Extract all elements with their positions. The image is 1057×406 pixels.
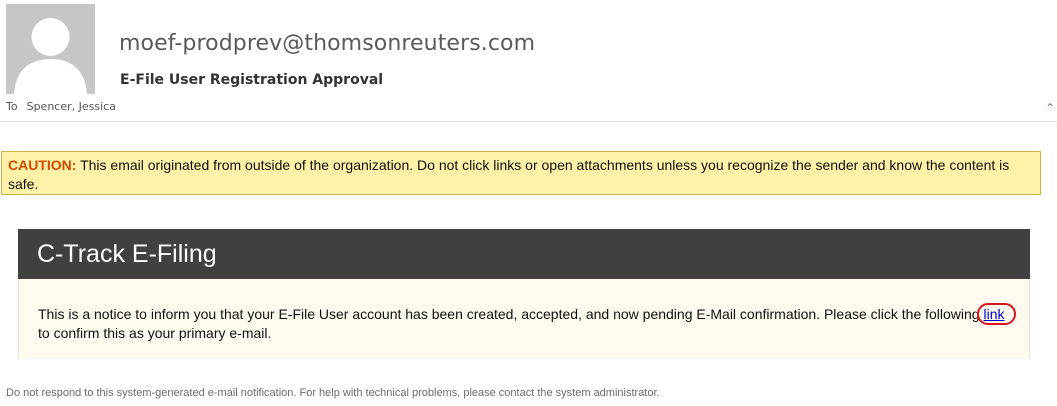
ctrack-heading: C-Track E-Filing: [18, 229, 1030, 279]
caution-title: CAUTION:: [8, 157, 77, 173]
caution-banner: CAUTION: This email originated from outs…: [1, 151, 1041, 195]
to-label: To: [6, 100, 18, 113]
sender-avatar-icon: [6, 4, 95, 94]
header-divider: [0, 121, 1057, 122]
footer-notice: Do not respond to this system-generated …: [6, 387, 660, 399]
sender-address[interactable]: moef-prodprev@thomsonreuters.com: [119, 31, 535, 56]
collapse-header-icon[interactable]: ⌃: [1045, 101, 1055, 115]
recipient-row: To Spencer, Jessica: [6, 100, 116, 113]
recipient-name[interactable]: Spencer, Jessica: [27, 100, 116, 113]
email-subject: E-File User Registration Approval: [120, 72, 384, 88]
notice-text-after-link: to confirm this as your primary e-mail.: [38, 325, 272, 341]
notice-text-before-link: This is a notice to inform you that your…: [38, 306, 984, 322]
confirmation-link[interactable]: link: [984, 306, 1005, 322]
email-view: moef-prodprev@thomsonreuters.com E-File …: [0, 0, 1057, 406]
caution-message: This email originated from outside of th…: [8, 157, 1010, 192]
notice-body: This is a notice to inform you that your…: [18, 279, 1030, 359]
